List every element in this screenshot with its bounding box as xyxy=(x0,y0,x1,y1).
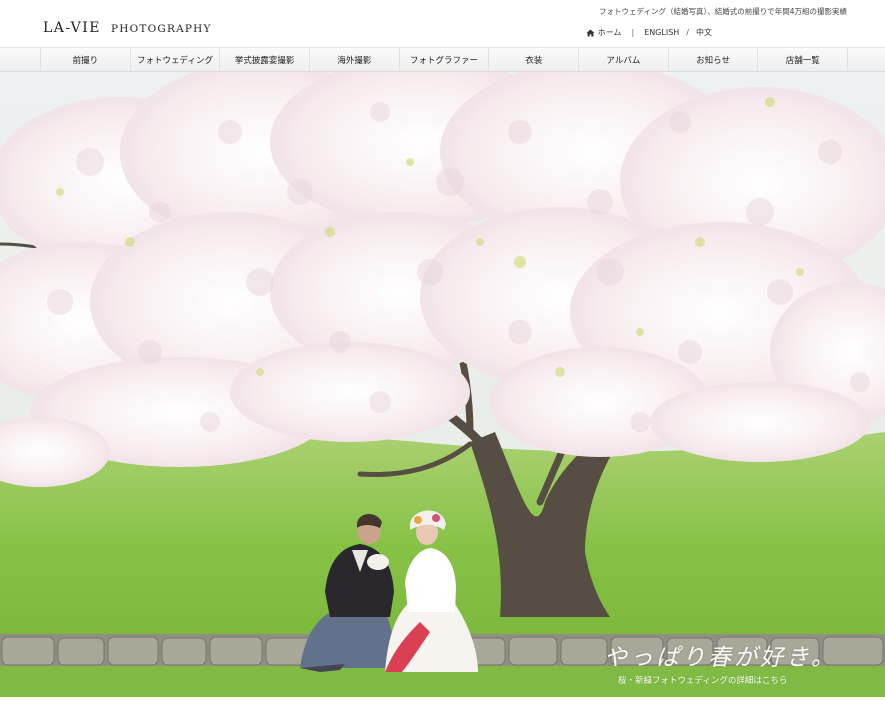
english-link[interactable]: ENGLISH xyxy=(644,28,679,37)
hero-banner[interactable]: やっぱり春が好き。 桜・新緑フォトウェディングの詳細はこちら xyxy=(0,72,885,697)
main-nav: 前撮り フォトウェディング 挙式披露宴撮影 海外撮影 フォトグラファー 衣装 ア… xyxy=(0,47,885,72)
nav-item-album[interactable]: アルバム xyxy=(578,48,668,72)
utility-links: ホーム | ENGLISH / 中文 xyxy=(586,27,712,38)
nav-item-stores[interactable]: 店舗一覧 xyxy=(757,48,849,72)
chinese-link[interactable]: 中文 xyxy=(696,27,712,38)
nav-item-costume[interactable]: 衣装 xyxy=(488,48,578,72)
hero-caption[interactable]: やっぱり春が好き。 桜・新緑フォトウェディングの詳細はこちら xyxy=(604,638,837,686)
main-nav-items: 前撮り フォトウェディング 挙式披露宴撮影 海外撮影 フォトグラファー 衣装 ア… xyxy=(40,48,849,72)
nav-item-ceremony-photo[interactable]: 挙式披露宴撮影 xyxy=(219,48,309,72)
site-header: LA-VIE PHOTOGRAPHY フォトウェディング（結婚写真）、結婚式の前… xyxy=(0,0,885,46)
language-separator: / xyxy=(686,28,689,37)
home-link[interactable]: ホーム xyxy=(586,27,622,38)
hero-caption-title: やっぱり春が好き。 xyxy=(604,645,837,671)
hero-caption-link[interactable]: 桜・新緑フォトウェディングの詳細はこちら xyxy=(618,674,837,686)
site-logo[interactable]: LA-VIE PHOTOGRAPHY xyxy=(43,20,212,36)
nav-item-photo-wedding[interactable]: フォトウェディング xyxy=(129,48,220,72)
logo-wordmark: LA-VIE xyxy=(43,20,101,36)
home-link-label: ホーム xyxy=(597,28,622,37)
nav-item-overseas[interactable]: 海外撮影 xyxy=(309,48,399,72)
header-tagline: フォトウェディング（結婚写真）、結婚式の前撮りで年間4万組の撮影実績 xyxy=(599,7,847,16)
home-icon xyxy=(586,28,595,37)
utility-separator: | xyxy=(631,28,635,37)
nav-item-maedori[interactable]: 前撮り xyxy=(40,48,130,72)
nav-item-news[interactable]: お知らせ xyxy=(667,48,758,72)
hero-image xyxy=(0,72,885,697)
nav-item-photographer[interactable]: フォトグラファー xyxy=(398,48,489,72)
logo-subtitle: PHOTOGRAPHY xyxy=(110,23,212,35)
